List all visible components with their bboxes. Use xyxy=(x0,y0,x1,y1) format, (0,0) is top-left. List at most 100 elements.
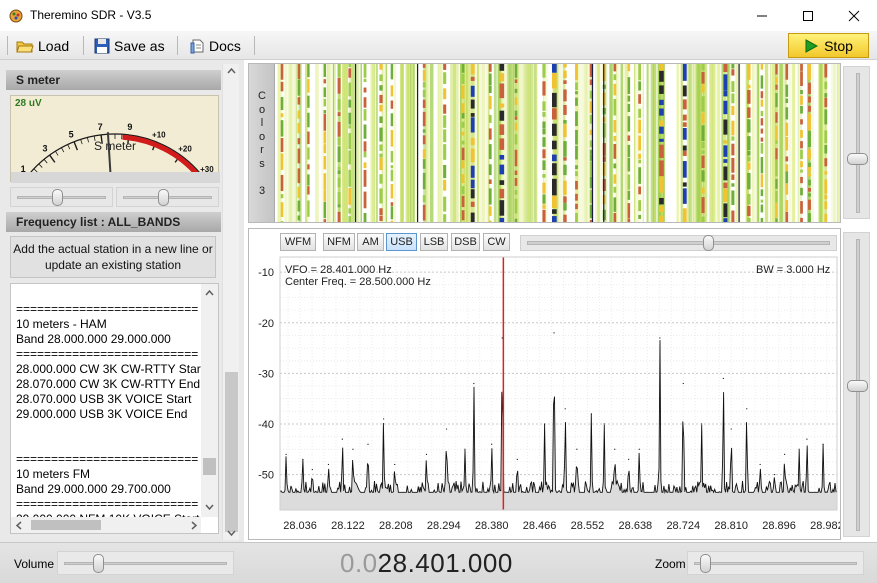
frequency-list-line[interactable]: ========================== xyxy=(16,302,202,317)
smeter-slider-left[interactable] xyxy=(10,187,113,207)
left-panel-scroll-thumb[interactable] xyxy=(225,372,238,532)
load-button[interactable]: Load xyxy=(12,35,73,57)
bandwidth-slider-thumb[interactable] xyxy=(703,235,715,251)
waterfall-signal xyxy=(488,188,492,205)
waterfall-signal xyxy=(638,200,642,212)
waterfall-signal xyxy=(422,172,426,190)
waterfall-streak xyxy=(620,64,624,222)
waterfall-signal xyxy=(723,203,728,218)
waterfall-streak xyxy=(526,64,531,222)
spectrum-chart[interactable]: -10 -20 -30 -40 -50 28.036 28.122 28.208 28.294… xyxy=(249,253,840,539)
waterfall-signal xyxy=(659,176,664,193)
waterfall-signal xyxy=(461,147,465,161)
waterfall-signal xyxy=(280,120,284,137)
frequency-list-line[interactable] xyxy=(16,437,202,452)
waterfall-signal xyxy=(627,174,631,190)
spectrum-y-tick: -30 xyxy=(258,368,274,380)
waterfall-signal xyxy=(723,182,728,189)
waterfall-signal xyxy=(461,195,465,208)
close-icon xyxy=(848,10,860,21)
spectrum-peak xyxy=(638,448,640,450)
frequency-list-line[interactable]: Band 28.000.000 29.000.000 xyxy=(16,332,202,347)
waterfall-signal xyxy=(514,79,518,84)
waterfall-signal xyxy=(659,138,664,142)
waterfall-signal xyxy=(800,89,803,95)
waterfall-signal xyxy=(775,218,778,222)
waterfall-signal xyxy=(337,146,341,163)
mode-button-usb[interactable]: USB xyxy=(386,233,417,251)
mode-button-lsb[interactable]: LSB xyxy=(420,233,448,251)
waterfall-streak xyxy=(437,64,441,222)
frequency-list-vscroll-thumb[interactable] xyxy=(203,458,216,475)
signal-level-readout: 28 uV xyxy=(15,98,42,109)
mode-button-am[interactable]: AM xyxy=(357,233,384,251)
waterfall-streak xyxy=(294,64,297,222)
frequency-list-line[interactable]: 28.000.000 CW 3K CW-RTTY Start xyxy=(16,362,202,377)
frequency-list-vscrollbar[interactable] xyxy=(201,284,218,517)
frequency-list-line[interactable]: ========================== xyxy=(16,347,202,362)
bandwidth-slider[interactable] xyxy=(520,235,837,251)
volume-slider-thumb[interactable] xyxy=(93,554,105,573)
frequency-list-line[interactable]: 10 meters FM xyxy=(16,467,202,482)
spectrum-peak xyxy=(311,468,313,471)
smeter-slider-right-thumb[interactable] xyxy=(158,189,170,206)
colors-button[interactable]: C o l o r s 3 xyxy=(249,64,275,222)
frequency-list-hscroll-thumb[interactable] xyxy=(31,520,101,530)
frequency-display[interactable]: 0.028.401.000 xyxy=(340,548,513,579)
docs-button[interactable]: Docs xyxy=(185,35,245,57)
waterfall-signal xyxy=(731,105,735,116)
smeter-slider-right[interactable] xyxy=(116,187,219,207)
left-panel-scrollbar[interactable] xyxy=(222,64,239,540)
waterfall-signal xyxy=(775,125,778,141)
waterfall-signal xyxy=(551,209,557,214)
waterfall-signal xyxy=(323,64,327,78)
waterfall-signal xyxy=(723,159,728,163)
smeter-slider-left-thumb[interactable] xyxy=(52,189,64,206)
waterfall-gain-slider[interactable] xyxy=(843,66,870,219)
mode-button-wfm[interactable]: WFM xyxy=(280,233,316,251)
stop-button[interactable]: Stop xyxy=(788,33,869,58)
close-button[interactable] xyxy=(831,0,877,31)
add-station-hint[interactable]: Add the actual station in a new line or … xyxy=(10,236,216,278)
spectrum-peak xyxy=(603,423,605,425)
waterfall-signal xyxy=(307,95,310,108)
frequency-list-line[interactable]: 10 meters - HAM xyxy=(16,317,202,332)
frequency-list-hscrollbar[interactable] xyxy=(11,517,201,533)
waterfall-signal xyxy=(824,64,828,78)
waterfall-signal xyxy=(760,217,764,222)
waterfall-signal xyxy=(307,131,310,145)
waterfall-signal xyxy=(379,127,383,142)
waterfall-signal xyxy=(785,200,789,212)
frequency-list[interactable]: ========================== 10 meters - HA… xyxy=(10,283,219,534)
mode-button-dsb[interactable]: DSB xyxy=(451,233,480,251)
frequency-list-line[interactable]: ========================== xyxy=(16,497,202,512)
volume-slider[interactable] xyxy=(57,551,234,575)
waterfall-signal xyxy=(499,200,505,216)
waterfall-signal xyxy=(499,164,505,175)
maximize-button[interactable] xyxy=(785,0,831,31)
zoom-slider[interactable] xyxy=(687,551,864,575)
save-as-button[interactable]: Save as xyxy=(90,35,169,57)
spectrum-level-slider[interactable] xyxy=(843,232,870,537)
waterfall-streak xyxy=(811,64,814,222)
waterfall-display[interactable] xyxy=(276,64,840,222)
frequency-list-line[interactable]: Band 29.000.000 29.700.000 xyxy=(16,482,202,497)
waterfall-signal xyxy=(613,98,617,116)
waterfall-signal xyxy=(422,159,426,169)
zoom-slider-thumb[interactable] xyxy=(699,554,711,573)
waterfall-signal xyxy=(551,178,557,196)
mode-button-cw[interactable]: CW xyxy=(483,233,510,251)
spectrum-peak xyxy=(327,463,330,466)
frequency-list-line[interactable]: 28.070.000 USB 3K VOICE Start xyxy=(16,392,202,407)
frequency-list-line[interactable]: 28.070.000 CW 3K CW-RTTY End xyxy=(16,377,202,392)
frequency-list-line[interactable]: ========================== xyxy=(16,452,202,467)
frequency-list-line[interactable]: 29.000.000 USB 3K VOICE End xyxy=(16,407,202,422)
waterfall-gain-thumb[interactable] xyxy=(847,153,868,166)
spectrum-level-thumb[interactable] xyxy=(847,379,868,392)
waterfall-signal xyxy=(613,135,617,142)
frequency-list-text[interactable]: ========================== 10 meters - HA… xyxy=(16,302,202,518)
minimize-button[interactable] xyxy=(739,0,785,31)
mode-button-nfm[interactable]: NFM xyxy=(323,233,355,251)
frequency-list-line[interactable] xyxy=(16,422,202,437)
docs-label: Docs xyxy=(209,38,241,54)
